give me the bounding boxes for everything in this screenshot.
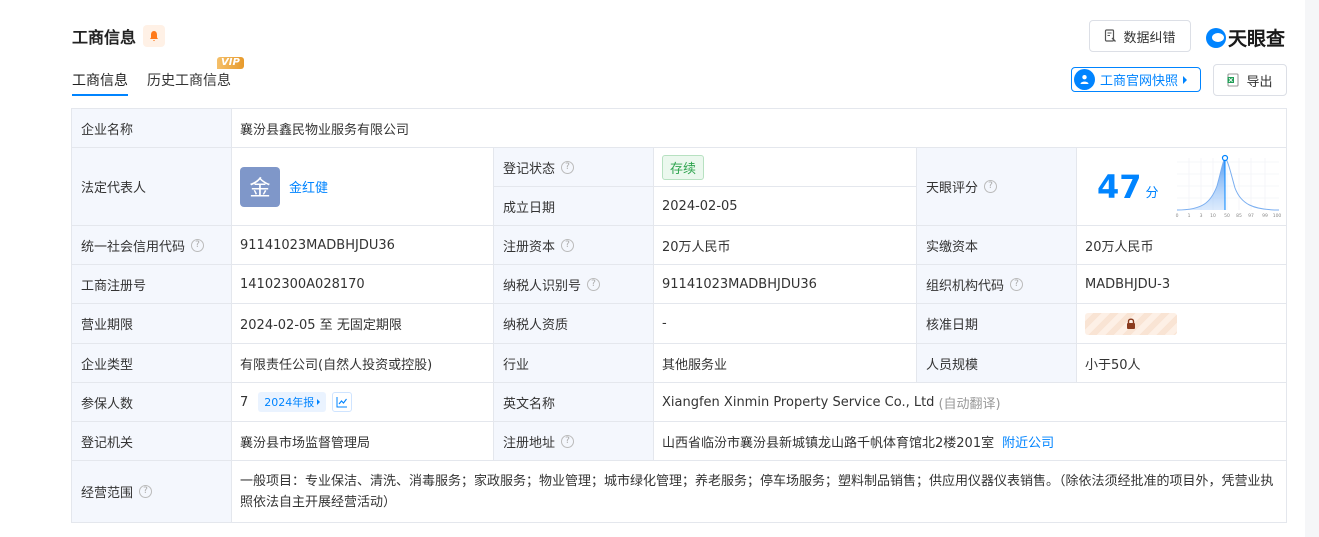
- score-label: 天眼评分?: [917, 148, 1077, 226]
- industry-value: 其他服务业: [654, 344, 917, 383]
- paid-capital-label: 实缴资本: [917, 226, 1077, 265]
- auto-translate-note: (自动翻译): [938, 396, 1001, 412]
- legal-rep-value: 金 金红健: [232, 148, 494, 226]
- business-info-card: 工商信息 工商信息 历史工商信息 VIP 数据纠错 天眼查 工商官网快照 导出 …: [0, 0, 1305, 537]
- help-icon[interactable]: ?: [561, 238, 575, 252]
- data-correction-button[interactable]: 数据纠错: [1089, 20, 1191, 52]
- credit-code-value: 91141023MADBHJDU36: [232, 226, 494, 265]
- avatar[interactable]: 金: [240, 166, 280, 207]
- company-type-value: 有限责任公司(自然人投资或控股): [232, 344, 494, 383]
- term-label: 营业期限: [72, 304, 232, 344]
- score-value[interactable]: 47 分 0 1 3 10 50 85 97 99 100: [1077, 148, 1287, 226]
- taxpayer-id-label: 纳税人识别号?: [494, 265, 654, 304]
- reg-status-label: 登记状态?: [494, 148, 654, 187]
- scope-value: 一般项目：专业保洁、清洗、消毒服务；家政服务；物业管理；城市绿化管理；养老服务；…: [232, 461, 1287, 523]
- taxpayer-qual-label: 纳税人资质: [494, 304, 654, 344]
- trend-chart-icon[interactable]: [332, 392, 353, 412]
- score-axis-tick: 99: [1262, 213, 1268, 219]
- export-button[interactable]: 导出: [1213, 64, 1287, 96]
- tab-business-info[interactable]: 工商信息: [72, 70, 128, 96]
- help-icon[interactable]: ?: [1010, 277, 1024, 291]
- logo-text: 天眼查: [1228, 28, 1286, 50]
- tianyancha-logo-icon: [1206, 27, 1226, 48]
- english-name-label: 英文名称: [494, 383, 654, 422]
- english-name-value: Xiangfen Xinmin Property Service Co., Lt…: [654, 383, 1287, 422]
- staff-size-label: 人员规模: [917, 344, 1077, 383]
- staff-size-value: 小于50人: [1077, 344, 1287, 383]
- help-icon[interactable]: ?: [587, 277, 601, 291]
- info-table: 企业名称 襄汾县鑫民物业服务有限公司 法定代表人 金 金红健 登记状态? 存续 …: [71, 108, 1287, 523]
- paid-capital-value: 20万人民币: [1077, 226, 1287, 265]
- score-axis-tick: 1: [1187, 213, 1190, 219]
- score-unit: 分: [1145, 186, 1159, 201]
- established-value: 2024-02-05: [654, 187, 917, 226]
- official-snapshot-button[interactable]: 工商官网快照: [1071, 67, 1201, 92]
- vip-badge: VIP: [217, 57, 244, 69]
- established-label: 成立日期: [494, 187, 654, 226]
- locked-value[interactable]: [1085, 312, 1177, 335]
- score-axis-tick: 100: [1272, 213, 1280, 219]
- org-code-value: MADBHJDU-3: [1077, 265, 1287, 304]
- reg-no-value: 14102300A028170: [232, 265, 494, 304]
- address-label: 注册地址?: [494, 422, 654, 461]
- company-type-label: 企业类型: [72, 344, 232, 383]
- score-axis-tick: 3: [1199, 213, 1202, 219]
- score-axis-tick: 97: [1248, 213, 1254, 219]
- insured-label: 参保人数: [72, 383, 232, 422]
- tab-history-business-info[interactable]: 历史工商信息: [147, 70, 231, 90]
- reg-capital-label: 注册资本?: [494, 226, 654, 265]
- score-axis-tick: 0: [1175, 213, 1178, 219]
- export-label: 导出: [1246, 74, 1273, 90]
- section-title: 工商信息: [72, 28, 137, 47]
- bell-icon[interactable]: [143, 25, 165, 47]
- caret-right-icon: [1183, 75, 1188, 84]
- help-icon[interactable]: ?: [191, 238, 205, 252]
- org-code-label: 组织机构代码?: [917, 265, 1077, 304]
- industry-label: 行业: [494, 344, 654, 383]
- reg-status-value: 存续: [654, 148, 917, 187]
- credit-code-label: 统一社会信用代码?: [72, 226, 232, 265]
- snapshot-label: 工商官网快照: [1100, 74, 1179, 89]
- status-badge: 存续: [662, 154, 705, 180]
- score-axis-tick: 10: [1210, 213, 1216, 219]
- legal-rep-link[interactable]: 金红健: [289, 177, 328, 196]
- company-name-label: 企业名称: [72, 109, 232, 148]
- lock-icon: [1127, 318, 1135, 329]
- score-axis-tick: 85: [1236, 213, 1242, 219]
- reg-capital-value: 20万人民币: [654, 226, 917, 265]
- nearby-companies-link[interactable]: 附近公司: [1002, 432, 1054, 451]
- authority-label: 登记机关: [72, 422, 232, 461]
- insured-value: 7 2024年报: [232, 383, 494, 422]
- approval-date-value[interactable]: [1077, 304, 1287, 344]
- excel-icon: [1227, 73, 1240, 87]
- document-edit-icon: [1105, 29, 1117, 42]
- score-axis-tick: 50: [1224, 213, 1230, 219]
- taxpayer-qual-value: -: [654, 304, 917, 344]
- help-icon[interactable]: ?: [139, 485, 153, 498]
- help-icon[interactable]: ?: [561, 160, 575, 174]
- snapshot-icon: [1074, 69, 1095, 90]
- data-correction-label: 数据纠错: [1123, 30, 1176, 46]
- score-distribution-chart: 0 1 3 10 50 85 97 99 100: [1175, 154, 1281, 219]
- help-icon[interactable]: ?: [561, 434, 575, 448]
- tianyancha-logo: 天眼查: [1206, 24, 1285, 51]
- company-name-value: 襄汾县鑫民物业服务有限公司: [232, 109, 1287, 148]
- caret-right-icon: [317, 399, 321, 405]
- scope-label: 经营范围?: [72, 461, 232, 523]
- help-icon[interactable]: ?: [984, 180, 998, 193]
- insured-count: 7: [240, 394, 249, 410]
- legal-rep-label: 法定代表人: [72, 148, 232, 226]
- reg-no-label: 工商注册号: [72, 265, 232, 304]
- term-value: 2024-02-05 至 无固定期限: [232, 304, 494, 344]
- score-number: 47: [1097, 167, 1142, 206]
- address-value: 山西省临汾市襄汾县新城镇龙山路千帆体育馆北2楼201室 附近公司: [654, 422, 1287, 461]
- authority-value: 襄汾县市场监督管理局: [232, 422, 494, 461]
- annual-report-button[interactable]: 2024年报: [258, 392, 327, 412]
- taxpayer-id-value: 91141023MADBHJDU36: [654, 265, 917, 304]
- approval-date-label: 核准日期: [917, 304, 1077, 344]
